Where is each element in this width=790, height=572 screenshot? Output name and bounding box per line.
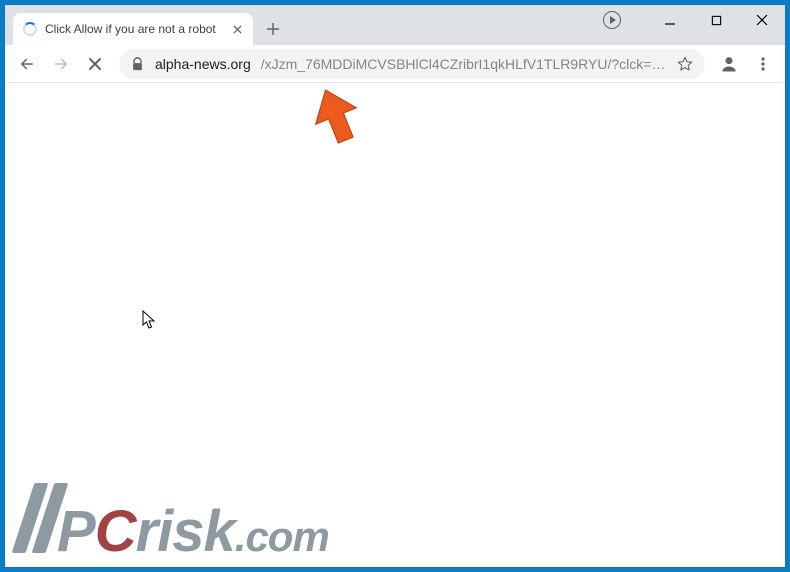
lock-icon (131, 57, 145, 71)
url-path: /xJzm_76MDDiMCVSBHlCl4CZribrI1qkHLfV1TLR… (261, 56, 667, 72)
minimize-button[interactable] (647, 5, 693, 35)
watermark-tld: .com (235, 513, 329, 561)
arrow-pointer-icon (312, 88, 360, 144)
watermark-text: C (95, 498, 136, 565)
address-bar[interactable]: alpha-news.org/xJzm_76MDDiMCVSBHlCl4CZri… (119, 49, 705, 79)
active-tab[interactable]: Click Allow if you are not a robot (13, 13, 253, 45)
browser-window: Click Allow if you are not a robot (5, 5, 785, 567)
menu-button[interactable] (747, 49, 779, 79)
bookmark-star-icon[interactable] (677, 56, 693, 72)
close-tab-button[interactable] (229, 21, 245, 37)
close-window-button[interactable] (739, 5, 785, 35)
loading-spinner-icon (23, 22, 37, 36)
watermark-slash-icon (17, 491, 65, 551)
back-button[interactable] (11, 49, 43, 79)
media-control-icon[interactable] (603, 11, 621, 29)
url-domain: alpha-news.org (155, 56, 251, 72)
watermark: PCrisk.com (17, 491, 329, 565)
cursor-icon (142, 310, 158, 330)
watermark-text: risk (136, 498, 235, 565)
maximize-button[interactable] (693, 5, 739, 35)
tab-title: Click Allow if you are not a robot (45, 22, 221, 36)
stop-button[interactable] (79, 49, 111, 79)
forward-button[interactable] (45, 49, 77, 79)
titlebar: Click Allow if you are not a robot (5, 5, 785, 45)
profile-button[interactable] (713, 49, 745, 79)
toolbar: alpha-news.org/xJzm_76MDDiMCVSBHlCl4CZri… (5, 45, 785, 83)
window-controls (603, 5, 785, 35)
new-tab-button[interactable] (259, 15, 287, 43)
